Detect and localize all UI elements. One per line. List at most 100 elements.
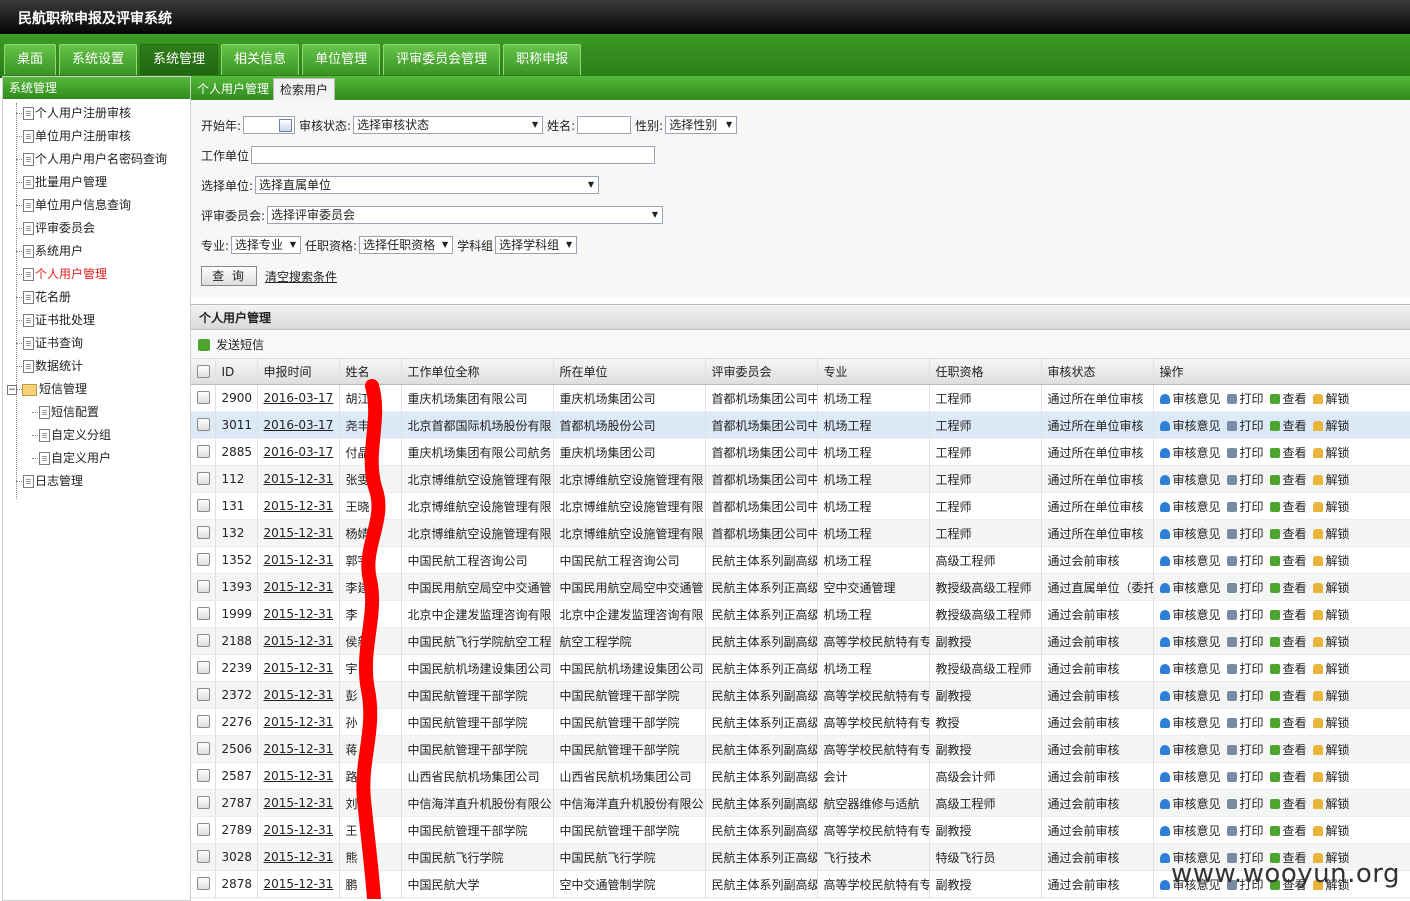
- view-action[interactable]: 查看: [1269, 417, 1307, 434]
- review-opinion-action[interactable]: 审核意见: [1159, 795, 1221, 812]
- sidebar-item[interactable]: 个人用户用户名密码查询: [3, 148, 190, 171]
- print-action[interactable]: 打印: [1226, 525, 1264, 542]
- column-header[interactable]: 任职资格: [929, 359, 1042, 385]
- date-link[interactable]: 2015-12-31: [264, 742, 334, 756]
- print-action[interactable]: 打印: [1226, 417, 1264, 434]
- review-opinion-action[interactable]: 审核意见: [1159, 444, 1221, 461]
- date-link[interactable]: 2015-12-31: [264, 499, 334, 513]
- table-row[interactable]: 131 2015-12-31 王晓 北京博维航空设施管理有限 北京博维航空设施管理有限首…: [191, 492, 1410, 520]
- print-action[interactable]: 打印: [1226, 444, 1264, 461]
- view-action[interactable]: 查看: [1269, 525, 1307, 542]
- nav-tab[interactable]: 桌面: [4, 44, 57, 75]
- date-link[interactable]: 2015-12-31: [264, 796, 334, 810]
- start-year-input[interactable]: [243, 116, 296, 134]
- row-checkbox[interactable]: [197, 769, 210, 782]
- review-opinion-action[interactable]: 审核意见: [1159, 687, 1221, 704]
- review-opinion-action[interactable]: 审核意见: [1159, 741, 1221, 758]
- review-opinion-action[interactable]: 审核意见: [1159, 390, 1221, 407]
- date-link[interactable]: 2015-12-31: [264, 661, 334, 675]
- sidebar-item[interactable]: 花名册: [3, 286, 190, 309]
- unlock-action[interactable]: 解锁: [1312, 660, 1350, 677]
- sidebar-item[interactable]: 日志管理: [3, 470, 190, 493]
- row-checkbox[interactable]: [197, 580, 210, 593]
- sidebar-item[interactable]: − 短信管理: [3, 378, 190, 401]
- nav-tab[interactable]: 评审委员会管理: [383, 44, 501, 75]
- view-action[interactable]: 查看: [1269, 552, 1307, 569]
- nav-tab[interactable]: 系统设置: [59, 44, 138, 75]
- date-link[interactable]: 2016-03-17: [264, 418, 334, 432]
- table-row[interactable]: 132 2015-12-31 杨婧 北京博维航空设施管理有限 北京博维航空设施管理有限首…: [191, 519, 1410, 547]
- row-checkbox[interactable]: [197, 823, 210, 836]
- table-row[interactable]: 3011 2016-03-17 尧丰 北京首都国际机场股份有限 首都机场股份公司 首都机场…: [191, 411, 1410, 439]
- review-opinion-action[interactable]: 审核意见: [1159, 552, 1221, 569]
- view-action[interactable]: 查看: [1269, 390, 1307, 407]
- print-action[interactable]: 打印: [1226, 552, 1264, 569]
- row-checkbox[interactable]: [197, 715, 210, 728]
- print-action[interactable]: 打印: [1226, 741, 1264, 758]
- committee-select[interactable]: 选择评审委员会 ▼: [267, 206, 664, 224]
- sidebar-item[interactable]: 批量用户管理: [3, 171, 190, 194]
- print-action[interactable]: 打印: [1226, 768, 1264, 785]
- select-unit-select[interactable]: 选择直属单位 ▼: [255, 176, 600, 194]
- view-action[interactable]: 查看: [1269, 768, 1307, 785]
- sidebar-item[interactable]: 自定义分组: [3, 424, 190, 447]
- unlock-action[interactable]: 解锁: [1312, 525, 1350, 542]
- review-opinion-action[interactable]: 审核意见: [1159, 660, 1221, 677]
- view-action[interactable]: 查看: [1269, 795, 1307, 812]
- sidebar-item[interactable]: 短信配置: [3, 401, 190, 424]
- sidebar-item[interactable]: 个人用户管理: [3, 263, 190, 286]
- date-link[interactable]: 2015-12-31: [264, 580, 334, 594]
- discipline-select[interactable]: 选择学科组 ▼: [495, 236, 578, 254]
- date-link[interactable]: 2015-12-31: [264, 850, 334, 864]
- table-row[interactable]: 2900 2016-03-17 胡江 重庆机场集团有限公司 重庆机场集团公司 首都机场集团…: [191, 384, 1410, 412]
- nav-tab[interactable]: 系统管理: [140, 44, 219, 75]
- date-link[interactable]: 2015-12-31: [264, 472, 334, 486]
- print-action[interactable]: 打印: [1226, 606, 1264, 623]
- unlock-action[interactable]: 解锁: [1312, 444, 1350, 461]
- print-action[interactable]: 打印: [1226, 822, 1264, 839]
- view-action[interactable]: 查看: [1269, 714, 1307, 731]
- date-link[interactable]: 2015-12-31: [264, 715, 334, 729]
- unlock-action[interactable]: 解锁: [1312, 633, 1350, 650]
- print-action[interactable]: 打印: [1226, 579, 1264, 596]
- collapse-icon[interactable]: −: [7, 385, 17, 395]
- unlock-action[interactable]: 解锁: [1312, 714, 1350, 731]
- name-input[interactable]: [577, 116, 632, 134]
- review-opinion-action[interactable]: 审核意见: [1159, 498, 1221, 515]
- qualification-select[interactable]: 选择任职资格 ▼: [359, 236, 454, 254]
- print-action[interactable]: 打印: [1226, 795, 1264, 812]
- query-button[interactable]: 查 询: [201, 266, 257, 286]
- row-checkbox[interactable]: [197, 607, 210, 620]
- view-action[interactable]: 查看: [1269, 579, 1307, 596]
- view-action[interactable]: 查看: [1269, 471, 1307, 488]
- work-unit-input[interactable]: [251, 146, 656, 164]
- table-row[interactable]: 2276 2015-12-31 孙中国民航管理干部学院 中国民航管理干部学院 民航主体系…: [191, 708, 1410, 736]
- sidebar-item[interactable]: 证书查询: [3, 332, 190, 355]
- table-row[interactable]: 2372 2015-12-31 彭中国民航管理干部学院 中国民航管理干部学院 民航主体系…: [191, 681, 1410, 709]
- unlock-action[interactable]: 解锁: [1312, 768, 1350, 785]
- unlock-action[interactable]: 解锁: [1312, 471, 1350, 488]
- date-link[interactable]: 2015-12-31: [264, 688, 334, 702]
- column-header[interactable]: 所在单位: [553, 359, 706, 385]
- date-link[interactable]: 2016-03-17: [264, 445, 334, 459]
- row-checkbox[interactable]: [197, 553, 210, 566]
- unlock-action[interactable]: 解锁: [1312, 606, 1350, 623]
- column-header[interactable]: 专业: [817, 359, 930, 385]
- audit-status-select[interactable]: 选择审核状态 ▼: [353, 116, 544, 134]
- nav-tab[interactable]: 相关信息: [221, 44, 300, 75]
- row-checkbox[interactable]: [197, 445, 210, 458]
- nav-tab[interactable]: 单位管理: [302, 44, 381, 75]
- sidebar-item[interactable]: 单位用户注册审核: [3, 125, 190, 148]
- table-row[interactable]: 2188 2015-12-31 侯新 中国民航飞行学院航空工程 航空工程学院 民航主体系列…: [191, 627, 1410, 655]
- review-opinion-action[interactable]: 审核意见: [1159, 822, 1221, 839]
- unlock-action[interactable]: 解锁: [1312, 795, 1350, 812]
- table-row[interactable]: 2587 2015-12-31 路山西省民航机场集团公司 山西省民航机场集团公司 民航主…: [191, 762, 1410, 790]
- row-checkbox[interactable]: [197, 742, 210, 755]
- row-checkbox[interactable]: [197, 877, 210, 890]
- sidebar-item[interactable]: 数据统计: [3, 355, 190, 378]
- table-row[interactable]: 2789 2015-12-31 王中国民航管理干部学院 中国民航管理干部学院 民航主体系…: [191, 816, 1410, 844]
- row-checkbox[interactable]: [197, 418, 210, 431]
- view-action[interactable]: 查看: [1269, 633, 1307, 650]
- print-action[interactable]: 打印: [1226, 714, 1264, 731]
- row-checkbox[interactable]: [197, 661, 210, 674]
